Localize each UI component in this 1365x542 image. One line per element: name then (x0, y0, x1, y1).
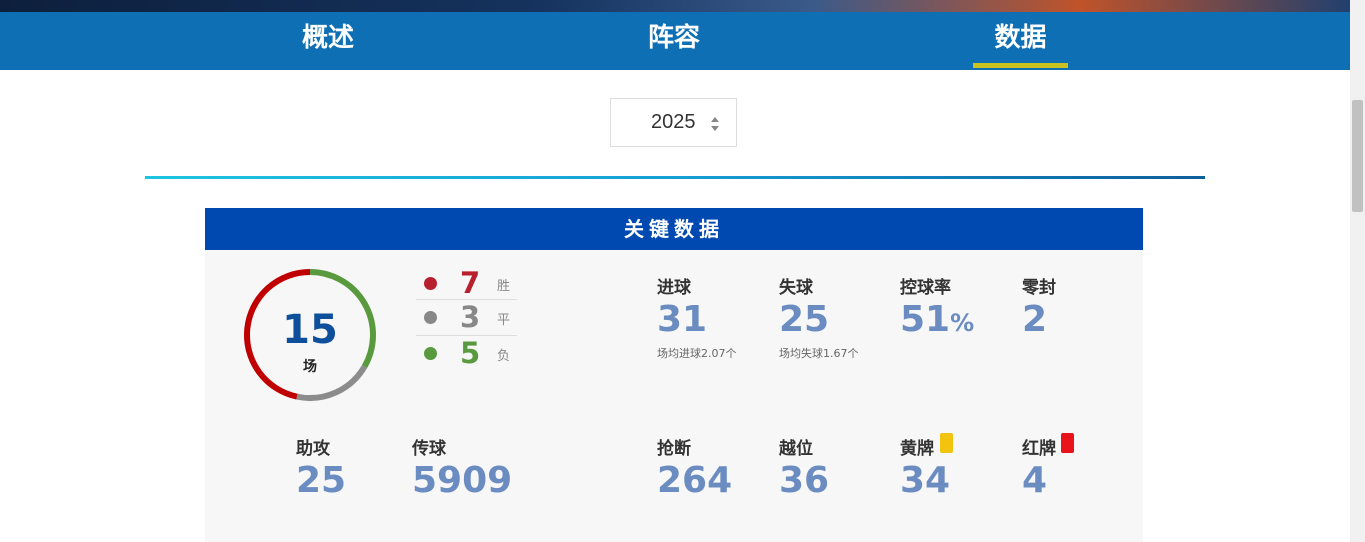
loss-dot-icon (424, 347, 437, 360)
scrollbar-track[interactable] (1350, 0, 1365, 542)
red-cards-label: 红牌 (1022, 439, 1056, 459)
record-loss: 5 负 (416, 336, 517, 372)
sort-arrows-icon (711, 117, 719, 131)
possession-number: 51 (900, 299, 951, 340)
possession-value: 51% (900, 300, 974, 343)
passes-label: 传球 (412, 439, 446, 459)
tab-bar: 概述 阵容 数据 (0, 12, 1350, 70)
season-select-value: 2025 (651, 111, 696, 133)
yellow-cards-value: 34 (900, 460, 951, 501)
record-draw: 3 平 (416, 300, 517, 336)
record-win: 7 胜 (416, 266, 517, 302)
draw-label: 平 (497, 313, 511, 328)
section-divider (145, 176, 1205, 179)
key-stats-title: 关键数据 (205, 208, 1143, 250)
scrollbar-thumb[interactable] (1352, 100, 1363, 212)
possession-suffix: % (950, 309, 975, 337)
tackles-label: 抢断 (657, 439, 691, 459)
win-count: 7 (460, 266, 481, 300)
loss-count: 5 (460, 336, 481, 370)
tackles-value: 264 (657, 460, 733, 501)
win-label: 胜 (497, 279, 511, 294)
conceded-value: 25 (779, 299, 830, 340)
red-cards-value: 4 (1022, 460, 1048, 501)
possession-label: 控球率 (900, 278, 951, 298)
goals-label: 进球 (657, 278, 691, 298)
offsides-value: 36 (779, 460, 830, 501)
red-card-icon (1061, 433, 1074, 453)
matches-unit: 场 (303, 359, 317, 375)
goals-value: 31 (657, 299, 708, 340)
banner-image-strip (0, 0, 1350, 12)
tab-stats[interactable]: 数据 (973, 12, 1068, 70)
conceded-label: 失球 (779, 278, 813, 298)
draw-dot-icon (424, 311, 437, 324)
assists-value: 25 (296, 460, 347, 501)
loss-label: 负 (497, 349, 511, 364)
conceded-avg-note: 场均失球1.67个 (779, 347, 859, 360)
matches-total: 15 (282, 307, 338, 353)
passes-value: 5909 (412, 460, 513, 501)
tab-lineup[interactable]: 阵容 (636, 12, 712, 70)
win-dot-icon (424, 277, 437, 290)
tab-overview[interactable]: 概述 (290, 12, 366, 70)
yellow-cards-label: 黄牌 (900, 439, 934, 459)
draw-count: 3 (460, 300, 481, 334)
assists-label: 助攻 (296, 439, 330, 459)
offsides-label: 越位 (779, 439, 813, 459)
season-select[interactable]: 2025 (610, 98, 737, 147)
goals-avg-note: 场均进球2.07个 (657, 347, 737, 360)
clean-sheets-value: 2 (1022, 299, 1048, 340)
clean-sheets-label: 零封 (1022, 278, 1056, 298)
yellow-card-icon (940, 433, 953, 453)
